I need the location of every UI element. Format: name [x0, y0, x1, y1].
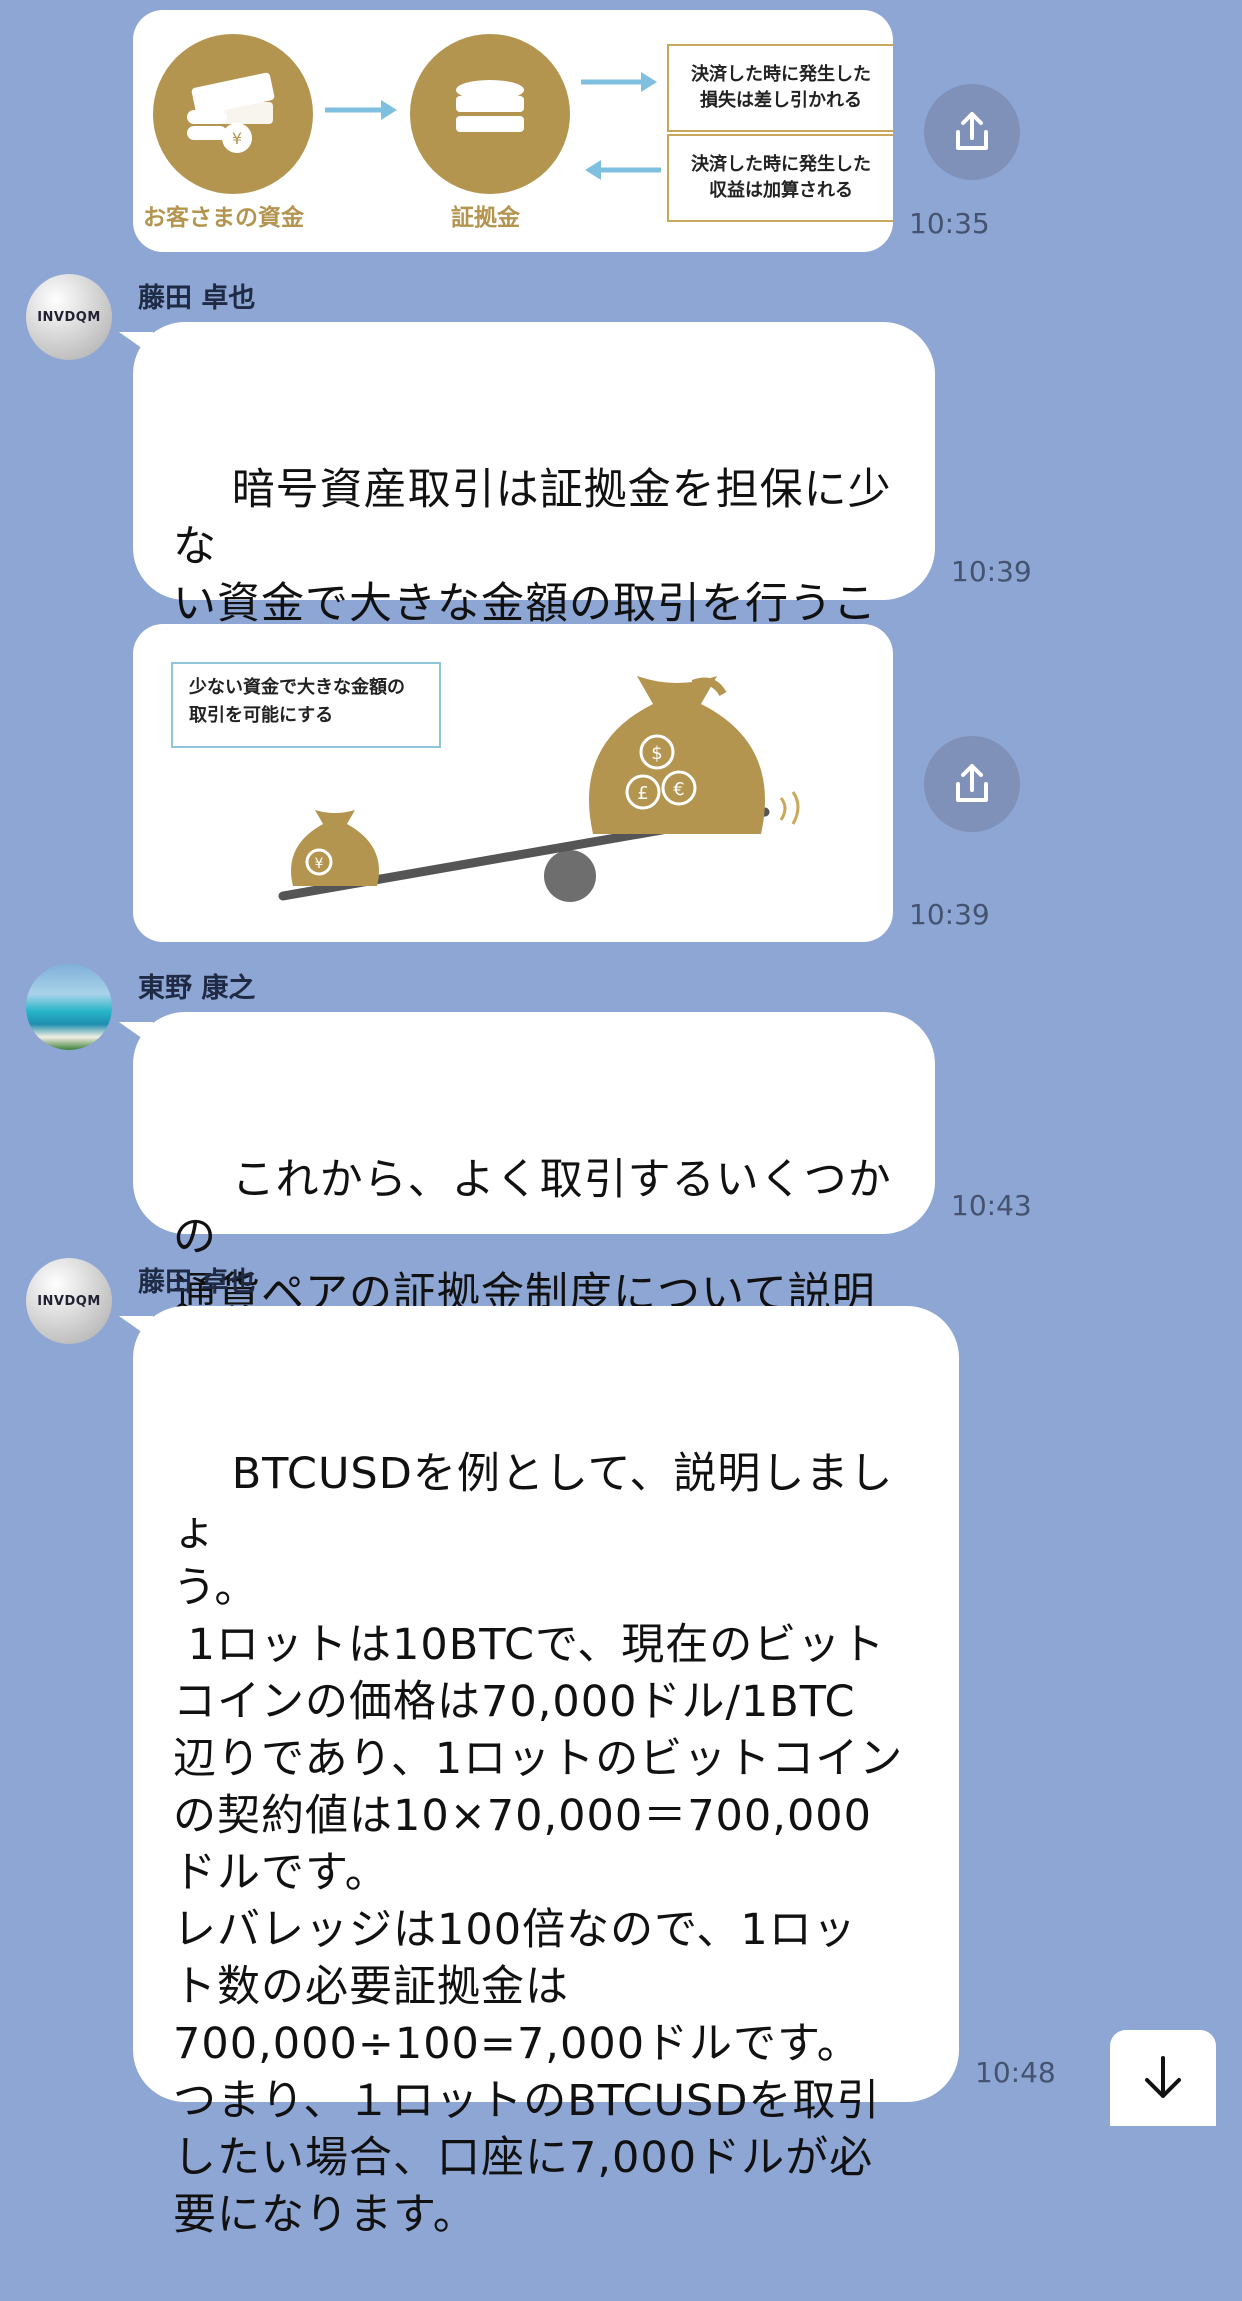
- svg-text:€: €: [673, 779, 684, 800]
- svg-text:¥: ¥: [315, 856, 324, 872]
- avatar-logo: INVDQM: [37, 309, 101, 325]
- timestamp: 10:43: [951, 1189, 1032, 1222]
- bubble-tail: [119, 1316, 153, 1340]
- caption-margin: 証拠金: [451, 205, 520, 231]
- bubble-tail: [119, 332, 153, 356]
- sender-name: 東野 康之: [138, 973, 256, 1004]
- chat-area[interactable]: ¥ お客さまの資金 証拠金 決済した時に発生した 損失は差し引かれる 決済した時…: [0, 0, 1242, 2240]
- timestamp: 10:35: [909, 207, 990, 240]
- scroll-to-bottom-button[interactable]: [1110, 2030, 1216, 2126]
- svg-text:£: £: [637, 783, 648, 804]
- bubble-tail: [119, 1022, 153, 1046]
- image-message-leverage-seesaw[interactable]: 少ない資金で大きな金額の 取引を可能にする ¥ $ £ €: [133, 624, 893, 942]
- avatar-logo: INVDQM: [37, 1293, 101, 1309]
- message-text: BTCUSDを例として、説明しましょ う。 1ロットは10BTCで、現在のビット…: [173, 1449, 904, 2240]
- timestamp: 10:39: [951, 555, 1032, 588]
- sender-name: 藤田 卓也: [138, 283, 256, 314]
- message-bubble[interactable]: BTCUSDを例として、説明しましょ う。 1ロットは10BTCで、現在のビット…: [119, 1306, 959, 2240]
- image-message-margin-diagram[interactable]: ¥ お客さまの資金 証拠金 決済した時に発生した 損失は差し引かれる 決済した時…: [133, 10, 893, 252]
- arrow-down-icon: [1145, 2056, 1181, 2098]
- message-bubble[interactable]: これから、よく取引するいくつかの 通貨ペアの証拠金制度について説明 します。: [119, 1012, 935, 1376]
- caption-customer-funds: お客さまの資金: [143, 205, 304, 231]
- share-icon: [956, 764, 988, 802]
- svg-text:¥: ¥: [232, 129, 242, 148]
- share-button[interactable]: [924, 84, 1020, 180]
- timestamp: 10:39: [909, 898, 990, 931]
- share-icon: [956, 112, 988, 150]
- seesaw-graphic: ¥ $ £ €: [278, 676, 800, 902]
- avatar[interactable]: INVDQM: [26, 274, 112, 360]
- timestamp: 10:48: [975, 2056, 1056, 2089]
- share-button[interactable]: [924, 736, 1020, 832]
- avatar[interactable]: [26, 964, 112, 1050]
- box-loss-deducted: 決済した時に発生した 損失は差し引かれる: [667, 44, 893, 132]
- sender-name: 藤田 卓也: [138, 1267, 256, 1298]
- avatar[interactable]: INVDQM: [26, 1258, 112, 1344]
- svg-text:$: $: [651, 743, 662, 764]
- box-gain-added: 決済した時に発生した 収益は加算される: [667, 134, 893, 222]
- message-bubble[interactable]: 暗号資産取引は証拠金を担保に少な い資金で大きな金額の取引を行うこ とができます…: [119, 322, 935, 743]
